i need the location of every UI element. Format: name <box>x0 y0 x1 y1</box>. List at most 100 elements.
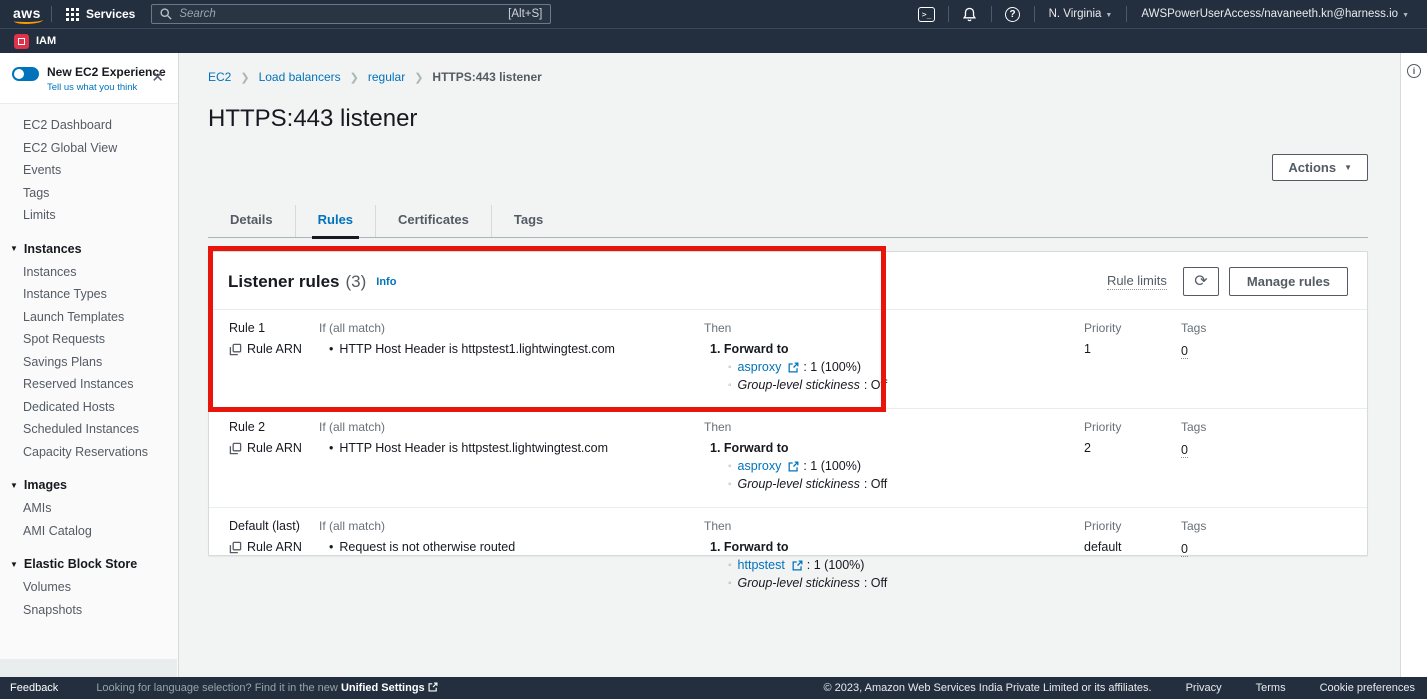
sidebar-item-snapshots[interactable]: Snapshots <box>0 599 178 622</box>
notifications-button[interactable] <box>955 3 985 25</box>
services-menu-button[interactable]: Services <box>62 7 139 21</box>
target-group-line: ◦ asproxy : 1 (100%) <box>704 459 1084 473</box>
tags-column-label: Tags <box>1181 321 1367 335</box>
tags-count-link[interactable]: 0 <box>1181 542 1188 557</box>
terms-link[interactable]: Terms <box>1256 682 1286 694</box>
sidebar-item-launch-templates[interactable]: Launch Templates <box>0 306 178 329</box>
privacy-link[interactable]: Privacy <box>1186 682 1222 694</box>
breadcrumb-current: HTTPS:443 listener <box>432 70 541 84</box>
sidebar-item-events[interactable]: Events <box>0 159 178 182</box>
sidebar-item-instances[interactable]: Instances <box>0 261 178 284</box>
sidebar-section-instances[interactable]: ▼ Instances <box>0 236 178 261</box>
tab-tags[interactable]: Tags <box>491 205 565 237</box>
sidebar-section-ebs[interactable]: ▼ Elastic Block Store <box>0 551 178 576</box>
external-link-icon[interactable] <box>788 461 799 472</box>
account-menu[interactable]: AWSPowerUserAccess/navaneeth.kn@harness.… <box>1133 8 1417 20</box>
topnav-right-group: >_ ? N. Virginia▼ AWSPowerUserAccess/nav… <box>912 3 1417 25</box>
target-group-link[interactable]: httpstest <box>738 558 785 572</box>
tab-certificates[interactable]: Certificates <box>375 205 491 237</box>
new-experience-toggle[interactable] <box>12 67 39 81</box>
sidebar-item-ec2-global-view[interactable]: EC2 Global View <box>0 137 178 160</box>
forward-to-action: 1. Forward to <box>704 540 1084 554</box>
tab-rules[interactable]: Rules <box>295 205 375 237</box>
sidebar-item-scheduled-instances[interactable]: Scheduled Instances <box>0 418 178 441</box>
footer-links: © 2023, Amazon Web Services India Privat… <box>824 682 1415 694</box>
external-link-icon[interactable] <box>792 560 803 571</box>
external-link-icon <box>428 682 438 692</box>
close-icon[interactable]: ✕ <box>151 73 164 83</box>
sidebar-scroll-track[interactable] <box>0 659 177 677</box>
sidebar-item-ec2-dashboard[interactable]: EC2 Dashboard <box>0 114 178 137</box>
tags-count-link[interactable]: 0 <box>1181 344 1188 359</box>
priority-value: 1 <box>1084 342 1181 356</box>
forward-to-action: 1. Forward to <box>704 342 1084 356</box>
sidebar-item-volumes[interactable]: Volumes <box>0 576 178 599</box>
cloudshell-button[interactable]: >_ <box>912 3 942 25</box>
rule-arn-copy[interactable]: Rule ARN <box>229 441 319 455</box>
sidebar-item-savings-plans[interactable]: Savings Plans <box>0 351 178 374</box>
manage-rules-button[interactable]: Manage rules <box>1229 267 1348 296</box>
bell-icon <box>962 7 977 22</box>
rule-name: Rule 1 <box>229 321 319 335</box>
feedback-button[interactable]: Feedback <box>10 682 58 694</box>
aws-logo[interactable]: aws <box>13 5 41 24</box>
chevron-right-icon: ❯ <box>240 71 249 84</box>
services-label: Services <box>86 7 135 21</box>
sidebar-item-tags[interactable]: Tags <box>0 182 178 205</box>
circle-bullet-icon: ◦ <box>728 560 732 571</box>
sidebar-item-amis[interactable]: AMIs <box>0 497 178 520</box>
region-selector[interactable]: N. Virginia▼ <box>1041 8 1121 20</box>
help-button[interactable]: ? <box>998 3 1028 25</box>
if-column-label: If (all match) <box>319 420 704 434</box>
rule-limits-link[interactable]: Rule limits <box>1107 273 1167 290</box>
page-title: HTTPS:443 listener <box>180 84 1400 133</box>
sidebar-item-dedicated-hosts[interactable]: Dedicated Hosts <box>0 396 178 419</box>
priority-column-label: Priority <box>1084 321 1181 335</box>
breadcrumb-ec2[interactable]: EC2 <box>208 70 231 84</box>
rule-count: (3) <box>346 272 367 292</box>
rule-arn-copy[interactable]: Rule ARN <box>229 342 319 356</box>
sidebar-item-capacity-reservations[interactable]: Capacity Reservations <box>0 441 178 464</box>
info-link[interactable]: Info <box>376 276 396 288</box>
tags-count-link[interactable]: 0 <box>1181 443 1188 458</box>
rule-condition: •HTTP Host Header is httpstest.lightwing… <box>319 441 704 455</box>
feedback-link[interactable]: Tell us what you think <box>47 82 166 93</box>
if-column-label: If (all match) <box>319 321 704 335</box>
circle-bullet-icon: ◦ <box>728 578 732 589</box>
external-link-icon[interactable] <box>788 362 799 373</box>
sidebar-item-spot-requests[interactable]: Spot Requests <box>0 328 178 351</box>
priority-value: 2 <box>1084 441 1181 455</box>
cookie-preferences-link[interactable]: Cookie preferences <box>1320 682 1415 694</box>
rule-condition: •HTTP Host Header is httpstest1.lightwin… <box>319 342 704 356</box>
question-icon: ? <box>1005 7 1020 22</box>
chevron-down-icon: ▼ <box>1402 12 1409 19</box>
language-notice: Looking for language selection? Find it … <box>96 682 437 694</box>
divider <box>1126 6 1127 22</box>
tags-column-label: Tags <box>1181 420 1367 434</box>
panel-title: Listener rules <box>228 272 340 292</box>
search-input[interactable]: Search [Alt+S] <box>151 4 551 24</box>
refresh-button[interactable]: ⟳ <box>1183 267 1219 296</box>
info-icon[interactable]: i <box>1407 64 1421 78</box>
triangle-down-icon: ▼ <box>10 560 18 569</box>
sidebar-item-limits[interactable]: Limits <box>0 204 178 227</box>
circle-bullet-icon: ◦ <box>728 380 732 391</box>
unified-settings-link[interactable]: Unified Settings <box>341 682 425 694</box>
target-group-link[interactable]: asproxy <box>738 459 782 473</box>
sidebar-item-ami-catalog[interactable]: AMI Catalog <box>0 520 178 543</box>
copy-icon <box>229 541 242 554</box>
breadcrumb-load-balancers[interactable]: Load balancers <box>259 70 341 84</box>
ec2-sidebar: New EC2 Experience Tell us what you thin… <box>0 53 179 677</box>
favorite-iam-link[interactable]: IAM <box>14 34 56 49</box>
then-column-label: Then <box>704 420 1084 434</box>
target-group-link[interactable]: asproxy <box>738 360 782 374</box>
tab-details[interactable]: Details <box>208 205 295 237</box>
sidebar-item-reserved-instances[interactable]: Reserved Instances <box>0 373 178 396</box>
rule-arn-copy[interactable]: Rule ARN <box>229 540 319 554</box>
sidebar-item-instance-types[interactable]: Instance Types <box>0 283 178 306</box>
iam-service-icon <box>14 34 29 49</box>
chevron-down-icon: ▼ <box>1344 163 1352 172</box>
breadcrumb-regular[interactable]: regular <box>368 70 405 84</box>
sidebar-section-images[interactable]: ▼ Images <box>0 472 178 497</box>
actions-button[interactable]: Actions▼ <box>1272 154 1368 181</box>
